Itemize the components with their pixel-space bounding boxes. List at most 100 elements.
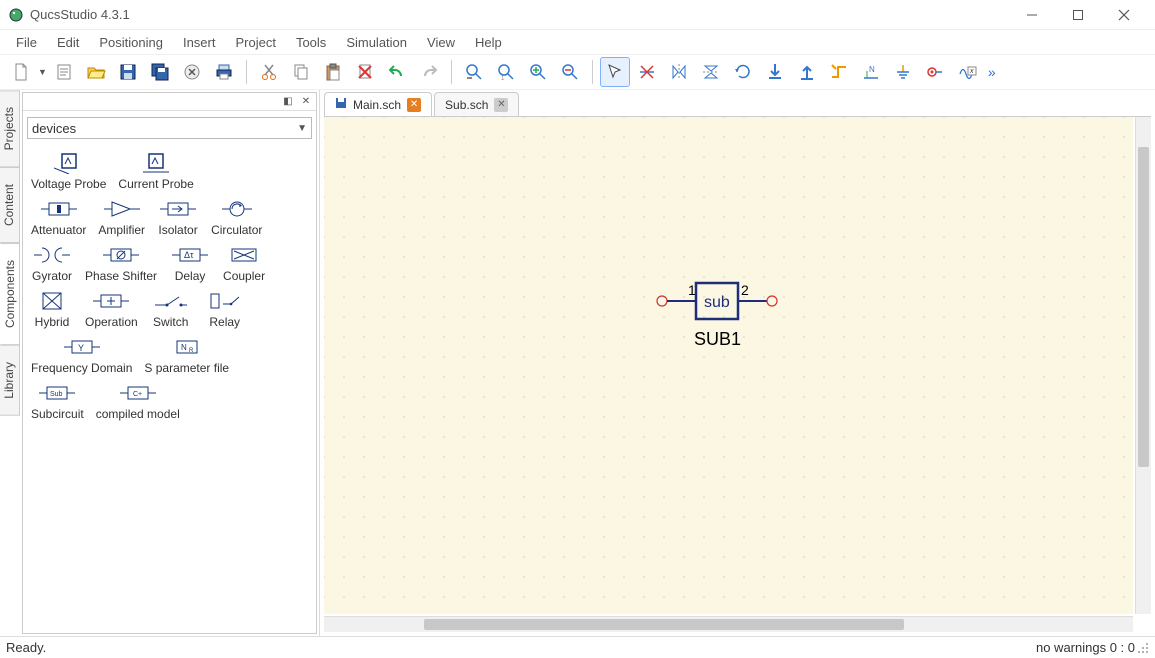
new-dropdown-icon[interactable]: ▼ [38, 67, 47, 77]
window-title: QucsStudio 4.3.1 [30, 7, 1009, 22]
delete-button[interactable] [350, 57, 380, 87]
svg-text:Y: Y [78, 343, 84, 353]
close-file-button[interactable] [177, 57, 207, 87]
port-button[interactable] [920, 57, 950, 87]
side-panel: Projects Content Components Library ◧ ✕ … [0, 90, 320, 636]
tab-sub-sch[interactable]: Sub.sch ✕ [434, 92, 519, 116]
component-hybrid[interactable]: Hybrid [31, 289, 73, 329]
svg-text:SUB1: SUB1 [694, 329, 741, 349]
zoom-100-button[interactable]: 1 [491, 57, 521, 87]
component-relay[interactable]: Relay [204, 289, 246, 329]
toolbar: ▼ 1 N x » [0, 54, 1155, 90]
resize-grip-icon[interactable] [1135, 642, 1149, 654]
app-icon [8, 7, 24, 23]
select-tool-button[interactable] [600, 57, 630, 87]
menu-file[interactable]: File [6, 32, 47, 53]
zoom-fit-button[interactable] [459, 57, 489, 87]
menu-positioning[interactable]: Positioning [89, 32, 173, 53]
component-compiled-model[interactable]: C+compiled model [96, 381, 180, 421]
side-tab-projects[interactable]: Projects [0, 90, 20, 167]
schematic-canvas[interactable]: 1 sub 2 SUB1 [324, 117, 1133, 614]
panel-float-icon[interactable]: ◧ [281, 95, 295, 109]
subcircuit-instance[interactable]: 1 sub 2 SUB1 [654, 277, 794, 360]
component-switch[interactable]: Switch [150, 289, 192, 329]
rotate-button[interactable] [728, 57, 758, 87]
maximize-button[interactable] [1055, 0, 1101, 30]
menu-insert[interactable]: Insert [173, 32, 226, 53]
panel-close-icon[interactable]: ✕ [299, 95, 313, 109]
component-operation[interactable]: Operation [85, 289, 138, 329]
tab-main-sch[interactable]: Main.sch ✕ [324, 92, 432, 116]
menu-simulation[interactable]: Simulation [336, 32, 417, 53]
tab-close-icon[interactable]: ✕ [494, 98, 508, 112]
close-button[interactable] [1101, 0, 1147, 30]
side-tabs: Projects Content Components Library [0, 90, 20, 636]
canvas-wrap: 1 sub 2 SUB1 [324, 116, 1151, 632]
equation-button[interactable]: x [952, 57, 982, 87]
component-coupler[interactable]: Coupler [223, 243, 265, 283]
undo-button[interactable] [382, 57, 412, 87]
paste-button[interactable] [318, 57, 348, 87]
minimize-button[interactable] [1009, 0, 1055, 30]
component-subcircuit[interactable]: SubSubcircuit [31, 381, 84, 421]
save-all-button[interactable] [145, 57, 175, 87]
component-voltage-probe[interactable]: Voltage Probe [31, 151, 106, 191]
svg-text:N: N [181, 343, 187, 352]
scrollbar-thumb[interactable] [1138, 147, 1149, 467]
ground-button[interactable] [888, 57, 918, 87]
components-panel: ◧ ✕ devices ▼ Voltage Probe Current Prob… [22, 92, 317, 634]
popout-button[interactable] [792, 57, 822, 87]
mirror-h-button[interactable] [664, 57, 694, 87]
redo-button[interactable] [414, 57, 444, 87]
component-phase-shifter[interactable]: Phase Shifter [85, 243, 157, 283]
menu-project[interactable]: Project [225, 32, 285, 53]
status-right: no warnings 0 : 0 [1036, 640, 1135, 655]
tab-label: Main.sch [353, 98, 401, 112]
deactivate-button[interactable] [632, 57, 662, 87]
svg-text:1: 1 [501, 76, 505, 82]
into-subcircuit-button[interactable] [760, 57, 790, 87]
wire-label-button[interactable]: N [856, 57, 886, 87]
copy-button[interactable] [286, 57, 316, 87]
component-gyrator[interactable]: Gyrator [31, 243, 73, 283]
menu-help[interactable]: Help [465, 32, 512, 53]
component-attenuator[interactable]: Attenuator [31, 197, 86, 237]
component-s-parameter-file[interactable]: NRS parameter file [144, 335, 229, 375]
tab-close-icon[interactable]: ✕ [407, 98, 421, 112]
svg-text:Δτ: Δτ [184, 250, 194, 260]
component-isolator[interactable]: Isolator [157, 197, 199, 237]
toolbar-overflow-icon[interactable]: » [984, 64, 1000, 80]
side-tab-library[interactable]: Library [0, 345, 20, 416]
save-indicator-icon [335, 97, 347, 112]
scrollbar-thumb[interactable] [424, 619, 904, 630]
zoom-in-button[interactable] [523, 57, 553, 87]
menu-tools[interactable]: Tools [286, 32, 336, 53]
component-frequency-domain[interactable]: YFrequency Domain [31, 335, 132, 375]
wire-button[interactable] [824, 57, 854, 87]
component-circulator[interactable]: Circulator [211, 197, 262, 237]
side-tab-components[interactable]: Components [0, 243, 20, 345]
component-amplifier[interactable]: Amplifier [98, 197, 145, 237]
new-button[interactable] [6, 57, 36, 87]
cut-button[interactable] [254, 57, 284, 87]
print-button[interactable] [209, 57, 239, 87]
svg-text:N: N [869, 65, 875, 74]
side-tab-content[interactable]: Content [0, 167, 20, 243]
menu-edit[interactable]: Edit [47, 32, 89, 53]
toolbar-divider [451, 60, 452, 84]
svg-text:R: R [189, 348, 194, 354]
save-button[interactable] [113, 57, 143, 87]
horizontal-scrollbar[interactable] [324, 616, 1133, 632]
mirror-v-button[interactable] [696, 57, 726, 87]
component-delay[interactable]: ΔτDelay [169, 243, 211, 283]
component-category-combo[interactable]: devices ▼ [27, 117, 312, 139]
menu-view[interactable]: View [417, 32, 465, 53]
open-button[interactable] [81, 57, 111, 87]
titlebar: QucsStudio 4.3.1 [0, 0, 1155, 30]
component-current-probe[interactable]: Current Probe [118, 151, 193, 191]
text-document-button[interactable] [49, 57, 79, 87]
zoom-out-button[interactable] [555, 57, 585, 87]
component-palette: Voltage Probe Current Probe Attenuator A… [23, 145, 316, 633]
vertical-scrollbar[interactable] [1135, 117, 1151, 614]
main-area: Main.sch ✕ Sub.sch ✕ 1 [320, 90, 1155, 636]
